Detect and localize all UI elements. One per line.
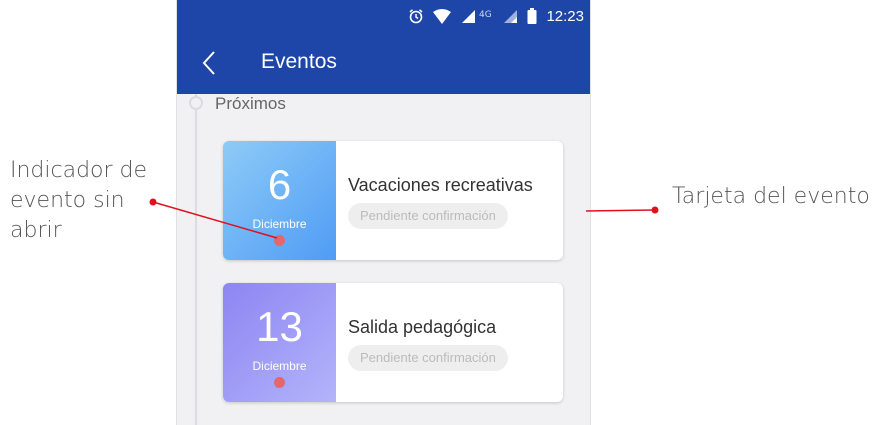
callout-dot-unread	[149, 198, 157, 206]
callout-lines	[149, 198, 659, 239]
callout-dot-card	[651, 206, 659, 214]
callout-line-card	[585, 209, 656, 212]
callout-line-unread	[152, 201, 278, 239]
